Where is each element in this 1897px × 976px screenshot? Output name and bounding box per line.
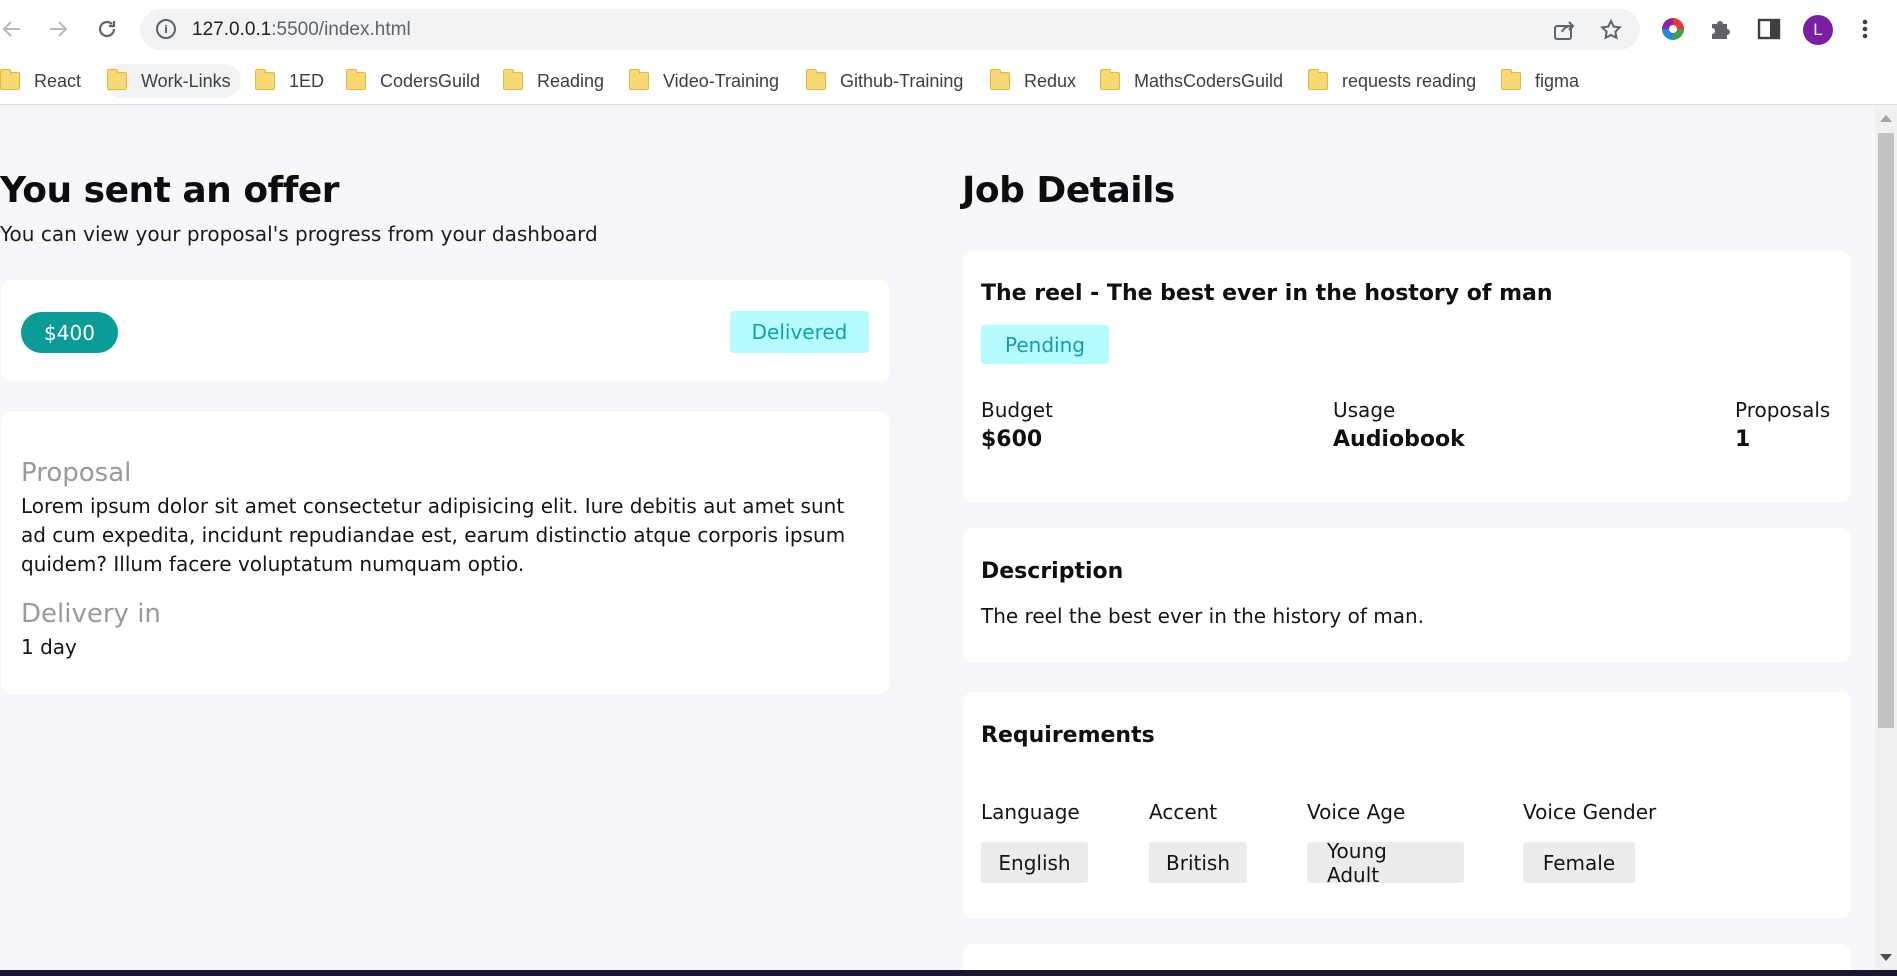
proposal-card: Proposal Lorem ipsum dolor sit amet cons… [1, 412, 889, 694]
page-scrollbar[interactable] [1875, 106, 1897, 970]
star-icon[interactable] [1599, 18, 1623, 42]
folder-icon [107, 69, 127, 90]
bookmark-folder[interactable]: figma [1501, 64, 1587, 98]
requirement-label: Voice Age [1307, 800, 1406, 824]
requirement-label: Language [981, 800, 1080, 824]
requirements-heading: Requirements [981, 723, 1155, 748]
job-summary-card: The reel - The best ever in the hostory … [963, 251, 1851, 502]
bookmark-folder[interactable]: Reading [503, 64, 612, 98]
delivery-value: 1 day [21, 635, 77, 659]
bookmark-label: 1ED [289, 70, 325, 91]
folder-icon [346, 69, 366, 90]
bookmark-label: React [34, 70, 82, 91]
folder-icon [503, 69, 523, 90]
folder-icon [1100, 69, 1120, 90]
proposals-label: Proposals [1735, 398, 1831, 422]
folder-icon [1308, 69, 1328, 90]
site-info-icon[interactable]: i [156, 19, 176, 39]
requirement-chip: Young Adult [1307, 839, 1464, 887]
forward-icon[interactable] [43, 14, 73, 44]
scrollbar-thumb[interactable] [1878, 133, 1894, 728]
address-bar[interactable]: i 127.0.0.1:5500/index.html [140, 9, 1640, 50]
bookmark-folder[interactable]: 1ED [255, 64, 332, 98]
bookmark-folder[interactable]: Redux [990, 64, 1084, 98]
bookmark-folder[interactable]: CodersGuild [346, 64, 488, 98]
bookmark-folder[interactable]: React [0, 64, 89, 98]
folder-icon [629, 69, 649, 90]
bookmark-label: MathsCodersGuild [1134, 70, 1284, 91]
bookmark-label: requests reading [1342, 70, 1477, 91]
url-path: :5500/index.html [271, 19, 411, 40]
bookmark-folder[interactable]: Video-Training [629, 64, 787, 98]
offer-heading: You sent an offer [0, 170, 340, 211]
scroll-up-icon[interactable] [1880, 115, 1892, 122]
requirement-label: Voice Gender [1523, 800, 1657, 824]
profile-avatar[interactable]: L [1803, 15, 1833, 45]
folder-icon [1501, 69, 1521, 90]
bookmarks-bar: React Work-Links 1ED CodersGuild Reading… [0, 58, 1897, 105]
offer-price-badge: $400 [21, 312, 118, 353]
offer-status-badge: Delivered [730, 311, 869, 353]
delivery-label: Delivery in [21, 599, 161, 629]
offer-summary-card: $400 Delivered [1, 280, 889, 381]
folder-icon [806, 69, 826, 90]
usage-label: Usage [1333, 398, 1396, 422]
offer-subheading: You can view your proposal's progress fr… [0, 222, 598, 246]
taskbar-edge [0, 970, 1897, 976]
bookmark-folder[interactable]: Work-Links [105, 64, 241, 98]
folder-icon [255, 69, 275, 90]
back-icon[interactable] [0, 14, 27, 44]
bookmark-label: Redux [1024, 70, 1077, 91]
url-text[interactable]: 127.0.0.1:5500/index.html [192, 19, 411, 41]
bookmark-label: figma [1535, 70, 1580, 91]
kebab-menu-icon[interactable] [1851, 15, 1879, 43]
share-icon[interactable] [1552, 18, 1576, 42]
bookmark-folder[interactable]: requests reading [1308, 64, 1484, 98]
bookmark-folder[interactable]: Github-Training [806, 64, 971, 98]
color-wheel-extension-icon[interactable] [1659, 15, 1687, 43]
url-host: 127.0.0.1 [192, 19, 272, 40]
description-text: The reel the best ever in the history of… [981, 604, 1425, 628]
bookmark-folder[interactable]: MathsCodersGuild [1100, 64, 1291, 98]
budget-value: $600 [981, 427, 1043, 452]
requirement-label: Accent [1149, 800, 1218, 824]
requirement-chip: British [1149, 842, 1247, 883]
description-card: Description The reel the best ever in th… [963, 528, 1851, 662]
job-details-heading: Job Details [962, 170, 1175, 211]
side-panel-icon[interactable] [1755, 15, 1783, 43]
job-status-badge: Pending [981, 325, 1109, 364]
usage-value: Audiobook [1333, 427, 1465, 452]
next-card [963, 944, 1851, 970]
bookmark-label: CodersGuild [380, 70, 481, 91]
budget-label: Budget [981, 398, 1053, 422]
bookmark-label: Reading [537, 70, 605, 91]
proposal-label: Proposal [21, 458, 132, 488]
bookmark-label: Work-Links [141, 70, 231, 91]
folder-icon [990, 69, 1010, 90]
requirements-card: Requirements Language English Accent Bri… [963, 692, 1851, 918]
bookmark-label: Video-Training [663, 70, 780, 91]
folder-icon [0, 69, 20, 90]
puzzle-icon[interactable] [1706, 15, 1734, 43]
proposal-text: Lorem ipsum dolor sit amet consectetur a… [21, 494, 846, 576]
proposals-value: 1 [1735, 427, 1751, 452]
reload-icon[interactable] [92, 14, 122, 44]
requirement-chip: English [981, 842, 1088, 883]
job-title: The reel - The best ever in the hostory … [981, 281, 1553, 306]
scroll-down-icon[interactable] [1880, 954, 1892, 961]
bookmark-label: Github-Training [840, 70, 964, 91]
description-heading: Description [981, 559, 1124, 584]
requirement-chip: Female [1523, 842, 1635, 883]
browser-toolbar: i 127.0.0.1:5500/index.html L [0, 0, 1897, 58]
page-content: You sent an offer You can view your prop… [0, 106, 1875, 970]
